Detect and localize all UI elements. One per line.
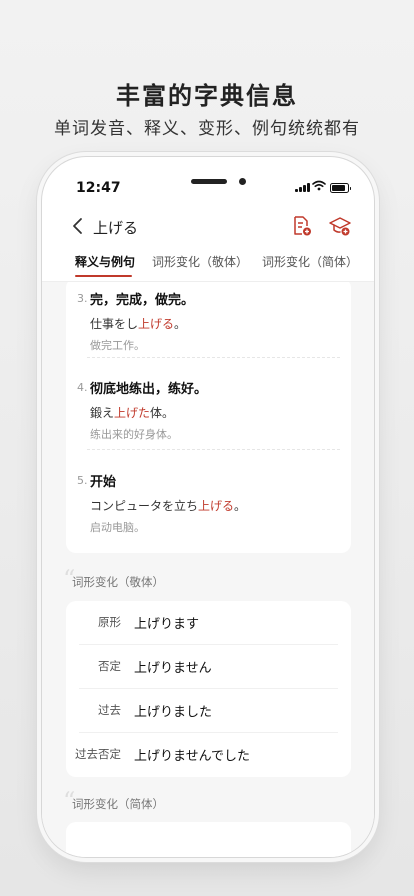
back-chevron-icon[interactable]	[72, 217, 84, 238]
promo-subtitle: 单词发音、释义、变形、例句统统都有	[54, 119, 360, 139]
definitions-card: 3. 完，完成，做完。 仕事をし上げる。 做完工作。 4. 彻底地练出，练好。 …	[66, 282, 351, 553]
word-title: 上げる	[93, 219, 139, 237]
phone-frame: 12:47 上げる 释义与例句 词形变化（敬体） 词形变化（简体） 3. 完，完…	[42, 157, 374, 857]
speaker-grille	[191, 179, 227, 184]
conjugation-label: 过去	[98, 703, 121, 717]
example-japanese: 仕事をし上げる。	[90, 317, 187, 331]
promo-title: 丰富的字典信息	[116, 82, 298, 110]
wifi-icon	[312, 180, 326, 191]
nav-bar: 上げる	[42, 212, 374, 246]
tab-definitions[interactable]: 释义与例句	[75, 253, 135, 270]
conjugation-value: 上げります	[134, 617, 200, 632]
definition-number: 4.	[77, 381, 88, 394]
front-camera	[239, 178, 246, 185]
example-japanese: 鍛え上げた体。	[90, 406, 175, 420]
section-header-polite: “ 词形变化（敬体）	[63, 565, 164, 593]
conjugation-value: 上げりませんでした	[134, 749, 250, 764]
battery-icon	[330, 183, 351, 193]
conjugation-card-plain	[66, 822, 351, 857]
example-translation: 做完工作。	[90, 339, 145, 352]
tab-conjugation-plain[interactable]: 词形变化（简体）	[262, 253, 358, 270]
conjugation-card-polite: 原形 上げります 否定 上げりません 过去 上げりました 过去否定 上げりません…	[66, 601, 351, 777]
tab-conjugation-polite[interactable]: 词形变化（敬体）	[152, 253, 248, 270]
conjugation-value: 上げりました	[134, 705, 213, 720]
definition-number: 3.	[77, 292, 88, 305]
definition-number: 5.	[77, 474, 88, 487]
conjugation-label: 否定	[98, 659, 121, 673]
section-header-plain: “ 词形变化（简体）	[63, 787, 164, 815]
conjugation-row: 否定 上げりません	[66, 645, 351, 689]
divider	[87, 449, 340, 450]
section-title: 词形变化（敬体）	[72, 575, 164, 589]
status-bar: 12:47	[42, 157, 374, 217]
definition-meaning: 彻底地练出，练好。	[90, 382, 208, 397]
signal-icon	[295, 183, 310, 192]
conjugation-row: 过去否定 上げりませんでした	[66, 733, 351, 777]
example-translation: 启动电脑。	[90, 521, 145, 534]
tab-bar: 释义与例句 词形变化（敬体） 词形变化（简体）	[42, 249, 374, 282]
conjugation-label: 原形	[98, 615, 121, 629]
definition-meaning: 完，完成，做完。	[90, 293, 195, 308]
definition-meaning: 开始	[90, 475, 117, 490]
conjugation-label: 过去否定	[75, 747, 121, 761]
example-translation: 练出来的好身体。	[90, 428, 178, 441]
conjugation-row: 原形 上げります	[66, 601, 351, 645]
divider	[87, 357, 340, 358]
active-tab-indicator	[75, 275, 132, 277]
section-title: 词形变化（简体）	[72, 797, 164, 811]
status-time: 12:47	[76, 180, 121, 196]
document-add-icon[interactable]	[290, 214, 314, 238]
conjugation-value: 上げりません	[134, 661, 212, 676]
conjugation-row: 过去 上げりました	[66, 689, 351, 733]
graduation-cap-add-icon[interactable]	[328, 214, 352, 238]
example-japanese: コンピュータを立ち上げる。	[90, 499, 247, 513]
content-scroll[interactable]: 3. 完，完成，做完。 仕事をし上げる。 做完工作。 4. 彻底地练出，练好。 …	[42, 282, 374, 857]
